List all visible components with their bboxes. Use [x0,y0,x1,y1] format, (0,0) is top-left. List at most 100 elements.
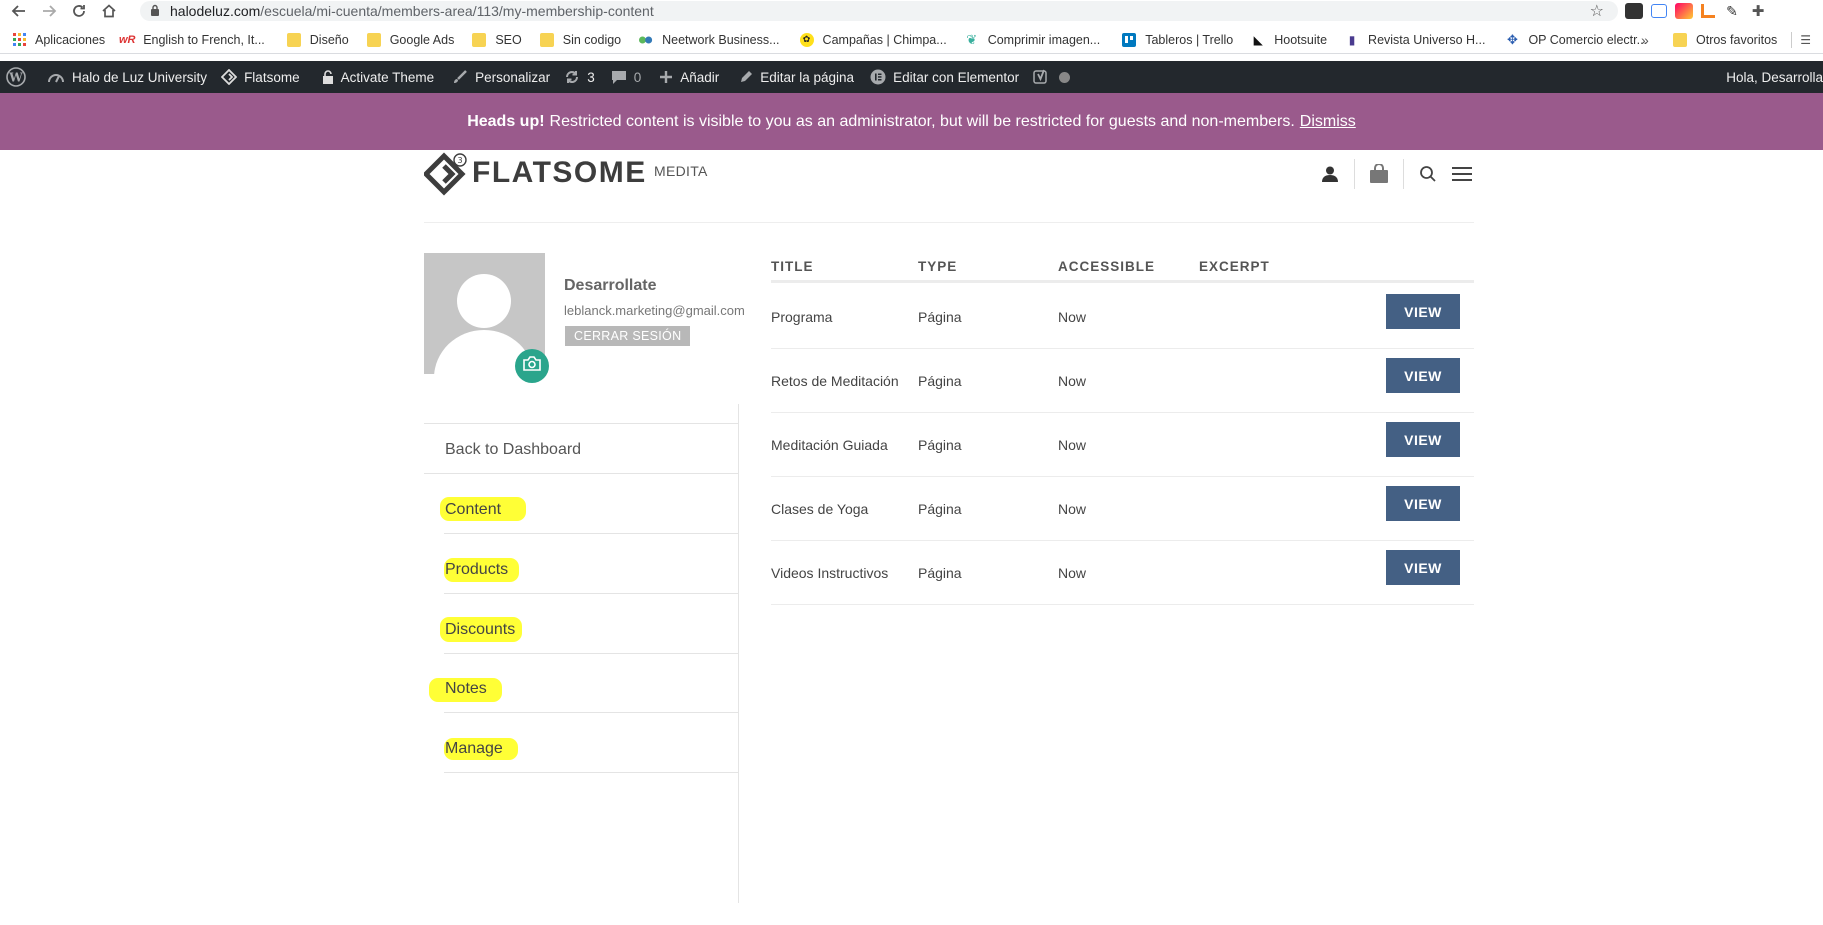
row-title: Programa [771,309,833,325]
pencil-icon [739,70,753,84]
extension-ruler-icon[interactable] [1701,4,1715,18]
extension-gradient-icon[interactable] [1675,3,1693,19]
row-accessible: Now [1058,437,1087,453]
wp-logo-menu[interactable]: W [6,61,33,93]
adminbar-updates[interactable]: 3 [564,61,595,93]
view-button[interactable]: VIEW [1386,422,1460,457]
bookmark-item[interactable]: SEO [472,32,522,47]
table-row: Meditación Guiada Página Now VIEW [771,413,1474,477]
adminbar-add-new[interactable]: Añadir [659,61,719,93]
account-user-icon[interactable] [1318,162,1342,186]
sidenav-item-products[interactable]: Products [444,544,739,594]
profile-email: leblanck.marketing@gmail.com [564,303,745,318]
bookmark-item[interactable]: Google Ads [366,32,454,47]
extension-eyedropper-icon[interactable]: ✎ [1723,3,1741,19]
more-bookmarks-chevron-icon[interactable]: » [1641,32,1649,48]
wordpress-logo-icon: W [6,67,26,87]
bookmark-item[interactable]: ❦ Comprimir imagen... [965,32,1100,47]
extensions-puzzle-icon[interactable]: ✚ [1749,3,1767,20]
hamburger-menu-icon[interactable] [1450,162,1474,186]
sidenav-item-manage[interactable]: Manage [444,723,739,773]
bookmark-item[interactable]: Neetwork Business... [639,33,780,47]
row-type: Página [918,501,962,517]
logout-button[interactable]: CERRAR SESIÓN [565,326,691,346]
camera-icon [523,356,541,376]
bookmark-item[interactable]: wR English to French, It... [119,33,265,47]
back-arrow-icon[interactable] [4,0,34,22]
adminbar-customize[interactable]: Personalizar [452,61,550,93]
search-icon[interactable] [1416,162,1440,186]
reading-list-icon[interactable]: ☰ [1800,33,1811,47]
adminbar-account[interactable]: Hola, Desarrolla [1726,61,1823,93]
extension-icons: ✎ ✚ [1625,0,1767,22]
forward-arrow-icon[interactable] [34,0,64,22]
bookmark-item[interactable]: Diseño [286,32,349,47]
shopping-bag-icon[interactable] [1367,162,1391,186]
extension-new-icon[interactable] [1625,3,1643,19]
sidenav-item-notes[interactable]: Notes [429,663,739,713]
view-button[interactable]: VIEW [1386,294,1460,329]
bookmark-item[interactable]: ◣ Hootsuite [1251,33,1327,47]
home-icon[interactable] [94,0,124,22]
trello-icon [1122,32,1137,47]
dismiss-link[interactable]: Dismiss [1300,113,1356,131]
dashboard-gauge-icon [47,70,65,84]
change-photo-button[interactable] [515,349,549,383]
logo-badge: 3 [457,156,462,165]
bookmarks-bar: Aplicaciones wR English to French, It... … [0,26,1823,54]
sidenav-item-discounts[interactable]: Discounts [440,604,739,654]
adminbar-activate-theme[interactable]: Activate Theme [322,61,434,93]
column-header-type: TYPE [918,259,958,274]
adminbar-edit-page[interactable]: Editar la página [739,61,854,93]
flatsome-logo-icon: 3 [422,152,467,196]
header-icons [1318,159,1474,189]
adminbar-yoast[interactable] [1033,61,1071,93]
nav-item-medita[interactable]: MEDITA [654,163,708,179]
view-button[interactable]: VIEW [1386,358,1460,393]
row-type: Página [918,565,962,581]
row-type: Página [918,309,962,325]
bookmark-item[interactable]: Tableros | Trello [1122,32,1233,47]
view-button[interactable]: VIEW [1386,486,1460,521]
extension-tab-icon[interactable] [1651,4,1667,18]
adminbar-comments[interactable]: 0 [611,61,641,93]
view-button[interactable]: VIEW [1386,550,1460,585]
bookmark-item[interactable]: Aplicaciones [12,33,105,47]
column-header-title: TITLE [771,259,814,274]
reload-icon[interactable] [64,0,94,22]
site-logo[interactable]: 3 FLATSOME [422,152,647,196]
back-to-dashboard-link[interactable]: Back to Dashboard [424,423,739,474]
bookmark-item[interactable]: ▮ Revista Universo H... [1345,33,1486,47]
bookmark-item[interactable]: ✥ OP Comercio electr... [1505,32,1647,47]
star-icon[interactable]: ☆ [1590,1,1604,21]
row-accessible: Now [1058,309,1087,325]
restricted-content-notice: Heads up! Restricted content is visible … [0,93,1823,150]
bookmark-item[interactable]: Sin codigo [539,32,621,47]
bookmark-item[interactable]: ✿ Campañas | Chimpa... [799,32,947,47]
folder-icon [539,32,554,47]
row-accessible: Now [1058,373,1087,389]
adminbar-site-name[interactable]: Halo de Luz University [47,61,207,93]
header-divider [1403,159,1404,189]
table-row: Programa Página Now VIEW [771,285,1474,349]
row-title: Videos Instructivos [771,565,889,581]
row-type: Página [918,437,962,453]
sidenav-item-content[interactable]: Content [440,484,739,534]
mailchimp-icon: ✿ [799,32,814,47]
yoast-seo-icon [1033,69,1049,85]
table-row: Videos Instructivos Página Now VIEW [771,541,1474,605]
folder-icon [472,32,487,47]
flatsome-diamond-icon [221,69,238,85]
paintbrush-icon [452,69,468,85]
notice-text: Restricted content is visible to you as … [549,112,1295,130]
header-divider [1354,159,1355,189]
notice-heading: Heads up! [467,112,545,130]
adminbar-edit-elementor[interactable]: Editar con Elementor [870,61,1019,93]
url-path: /escuela/mi-cuenta/members-area/113/my-m… [260,3,654,19]
adminbar-theme[interactable]: Flatsome [221,61,300,93]
padlock-icon [322,70,334,84]
other-bookmarks[interactable]: Otros favoritos ☰ [1673,26,1811,54]
yoast-status-dot [1059,71,1071,83]
address-bar[interactable]: halodeluz.com/escuela/mi-cuenta/members-… [140,1,1618,21]
svg-text:W: W [8,71,23,85]
